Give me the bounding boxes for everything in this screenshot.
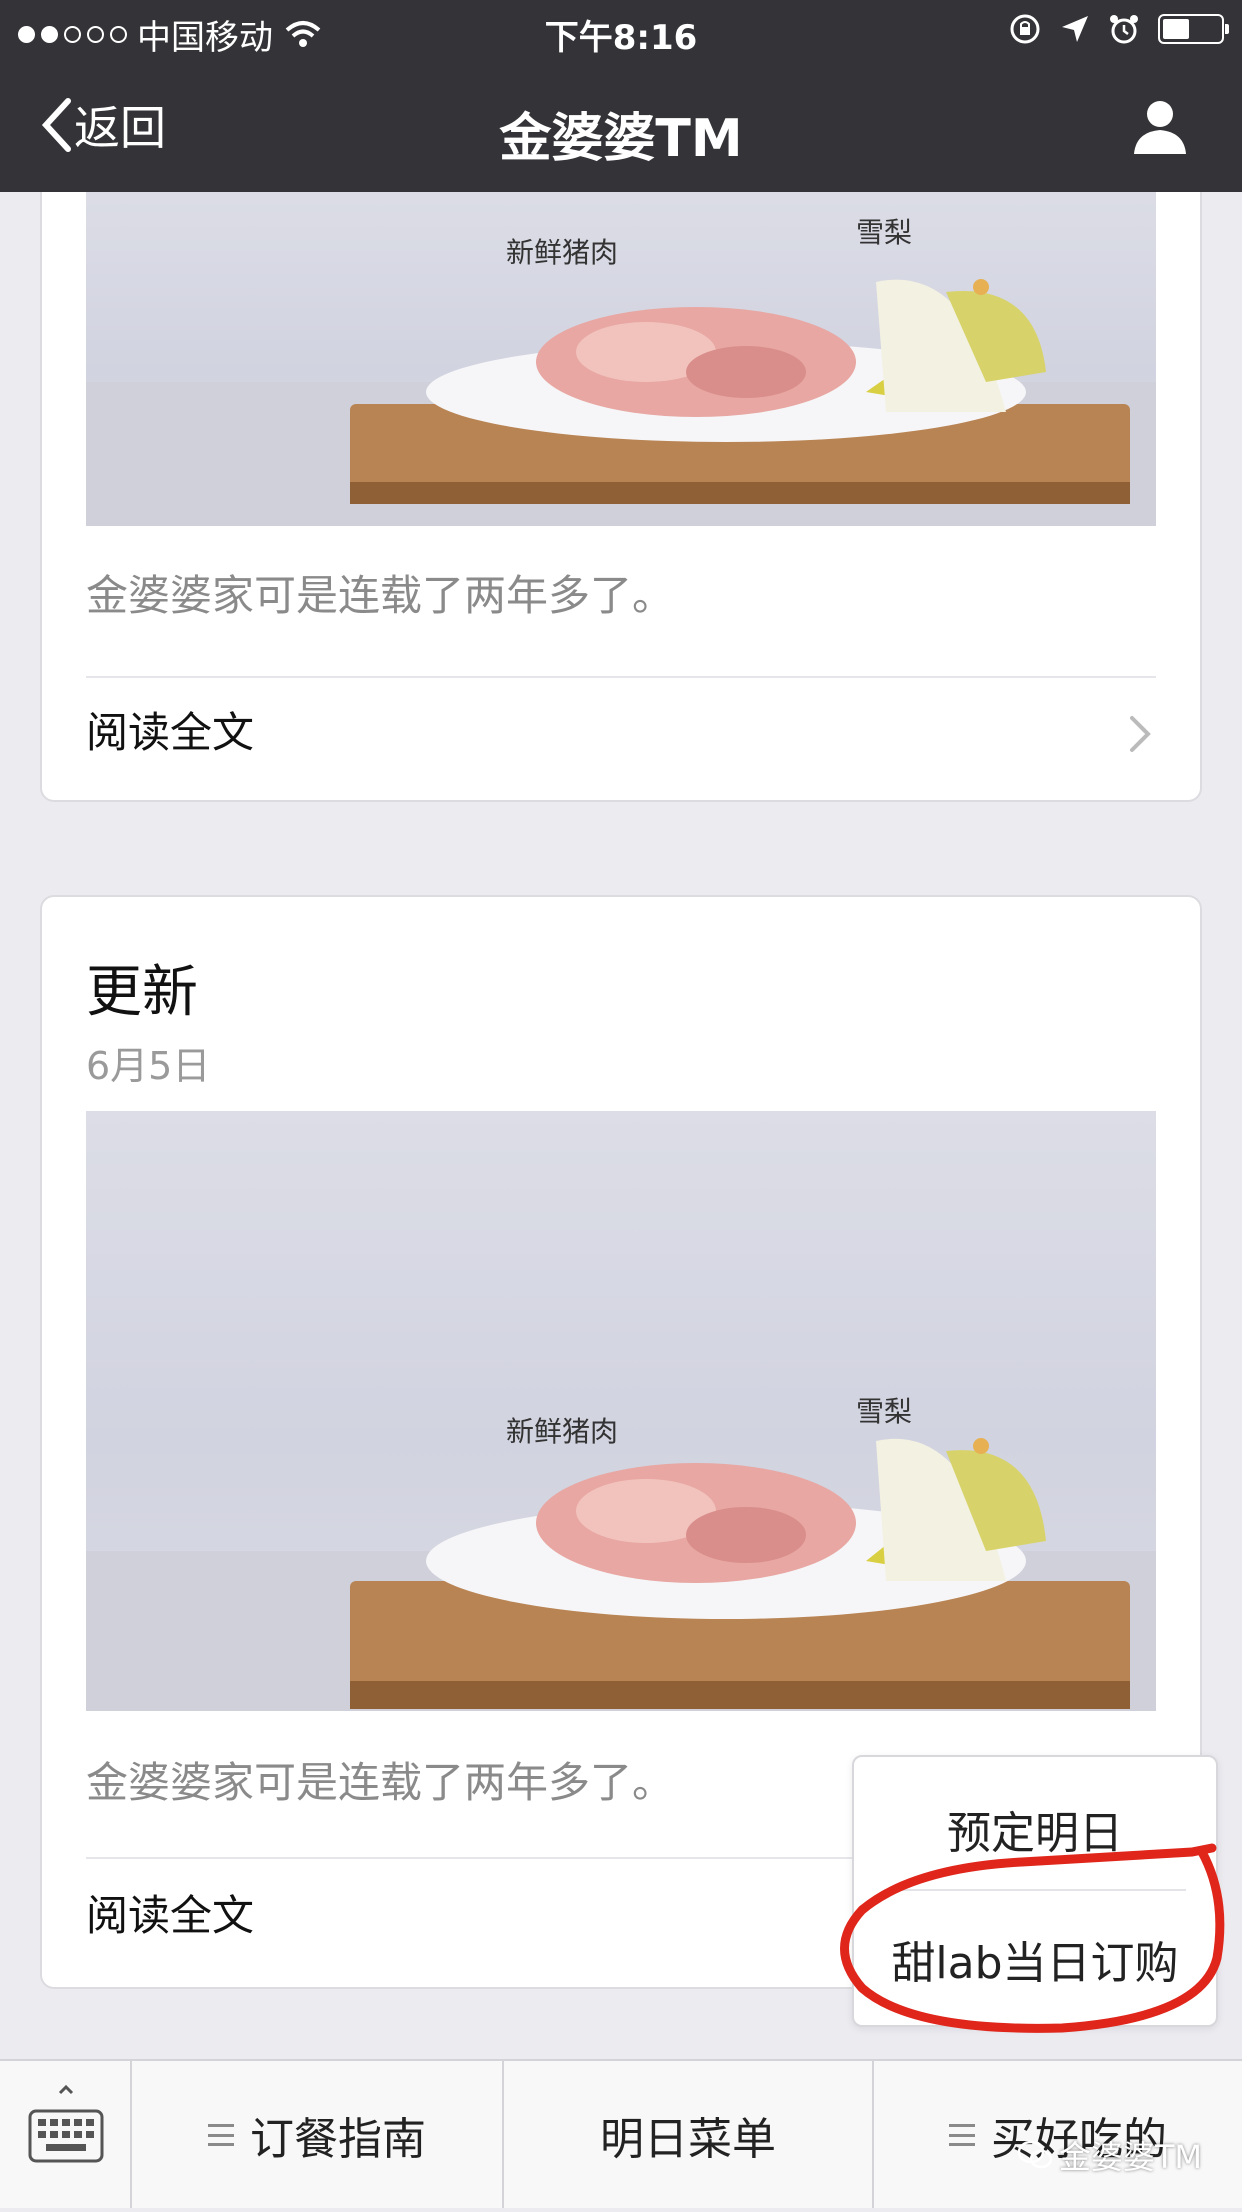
menu-item-same-day-order[interactable]: 甜lab当日订购 [854, 1927, 1216, 1991]
article-title: 更新 [86, 960, 198, 1025]
page-title: 金婆婆TM [499, 109, 743, 169]
pear-label: 雪梨 [856, 216, 912, 249]
menu-button-tomorrow-menu[interactable]: 明日菜单 [502, 2061, 872, 2208]
article-description: 金婆婆家可是连载了两年多了。 [86, 571, 675, 620]
status-right [1008, 12, 1229, 46]
menu-button-ordering-guide[interactable]: 订餐指南 [132, 2061, 502, 2208]
profile-icon[interactable] [1130, 96, 1190, 156]
rotation-lock-icon [1010, 14, 1040, 44]
wechat-logo-icon [1017, 2140, 1053, 2169]
menu-lines-icon [949, 2123, 975, 2146]
keyboard-toggle-button[interactable] [0, 2061, 132, 2208]
read-more-link[interactable]: 阅读全文 [86, 1882, 254, 1943]
pork-label: 新鲜猪肉 [506, 1415, 618, 1448]
menu-item-reserve-tomorrow[interactable]: 预定明日 [854, 1797, 1216, 1861]
nav-bar: 返回 金婆婆TM [0, 62, 1242, 192]
battery-icon [1158, 14, 1229, 44]
menu-button-label: 订餐指南 [250, 2113, 426, 2165]
chevron-right-icon [1130, 716, 1151, 752]
alarm-icon [1110, 15, 1138, 44]
menu-button-label: 明日菜单 [600, 2113, 776, 2165]
watermark: 金婆婆TM [1017, 2132, 1202, 2178]
read-more-link[interactable]: 阅读全文 [86, 699, 254, 760]
article-date: 6月5日 [86, 1044, 211, 1088]
watermark-text: 金婆婆TM [1058, 2138, 1202, 2176]
pear-label: 雪梨 [856, 1395, 912, 1428]
pork-label: 新鲜猪肉 [506, 236, 618, 269]
article-card[interactable]: 新鲜猪肉 雪梨 金婆婆家可是连载了两年多了。 阅读全文 [40, 192, 1202, 802]
divider [884, 1889, 1186, 1891]
keyboard-icon [28, 2084, 104, 2163]
article-description: 金婆婆家可是连载了两年多了。 [86, 1758, 675, 1807]
divider [86, 676, 1156, 678]
submenu-popup: 预定明日 甜lab当日订购 [852, 1755, 1218, 2027]
status-bar: 中国移动 下午8:16 [0, 0, 1242, 62]
menu-lines-icon [208, 2123, 234, 2146]
article-photo[interactable]: 新鲜猪肉 雪梨 [86, 1111, 1156, 1711]
article-photo[interactable]: 新鲜猪肉 雪梨 [86, 192, 1156, 526]
location-arrow-icon [1062, 16, 1088, 42]
